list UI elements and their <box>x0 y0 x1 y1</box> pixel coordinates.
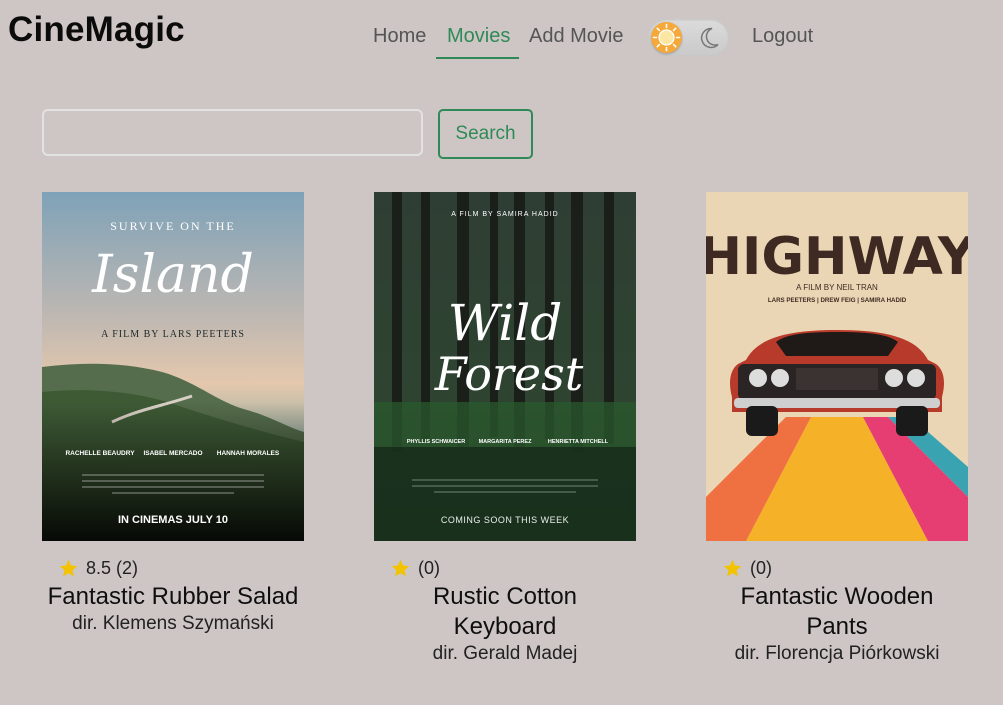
movie-director: dir. Florencja Piórkowski <box>734 643 940 664</box>
poster-cast-1: PHYLLIS SCHWAICER <box>407 439 465 445</box>
poster-cast-3: HENRIETTA MITCHELL <box>548 439 609 445</box>
poster-cast-3: HANNAH MORALES <box>217 450 280 457</box>
movie-poster[interactable]: A FILM BY SAMIRA HADID Wild Forest PHYLL… <box>374 192 636 541</box>
poster-cast: LARS PEETERS | DREW FEIG | SAMIRA HADID <box>768 297 907 304</box>
rating-value: 8.5 (2) <box>86 557 139 578</box>
poster-title-line-2: Forest <box>434 347 584 401</box>
star-icon <box>59 559 78 576</box>
movie-rating: (0) <box>390 557 440 579</box>
rating-value: (0) <box>418 557 440 578</box>
poster-cast-2: ISABEL MERCADO <box>143 450 202 457</box>
movie-title[interactable]: Rustic Cotton Keyboard dir. Gerald Madej <box>374 582 636 666</box>
poster-title: Island <box>91 245 254 305</box>
poster-cast-2: MARGARITA PEREZ <box>479 439 533 445</box>
rating-value: (0) <box>750 557 772 578</box>
movie-title[interactable]: Fantastic Rubber Salad dir. Klemens Szym… <box>42 582 304 636</box>
poster-credit: A FILM BY LARS PEETERS <box>101 329 245 340</box>
poster-title-line-1: Wild <box>448 294 563 352</box>
poster-bottom-line: COMING SOON THIS WEEK <box>441 515 569 525</box>
search-button[interactable]: Search <box>438 109 533 159</box>
movie-director: dir. Gerald Madej <box>432 643 578 664</box>
nav-home-link[interactable]: Home <box>373 25 426 48</box>
poster-bottom-line: IN CINEMAS JULY 10 <box>118 514 228 526</box>
movie-poster[interactable]: HIGHWAY A FILM BY NEIL TRAN LARS PEETERS… <box>706 192 968 541</box>
poster-title: HIGHWAY <box>706 227 968 287</box>
sun-icon <box>651 22 682 53</box>
movie-title[interactable]: Fantastic Wooden Pants dir. Florencja Pi… <box>706 582 968 666</box>
movie-poster[interactable]: SURVIVE ON THE Island A FILM BY LARS PEE… <box>42 192 304 541</box>
poster-top-line: SURVIVE ON THE <box>110 219 235 233</box>
movie-director: dir. Klemens Szymański <box>72 613 274 634</box>
poster-top-line: A FILM BY SAMIRA HADID <box>451 211 558 218</box>
poster-cast-1: RACHELLE BEAUDRY <box>65 450 135 457</box>
star-icon <box>723 559 742 576</box>
poster-credit: A FILM BY NEIL TRAN <box>796 283 878 292</box>
nav-add-movie-link[interactable]: Add Movie <box>529 25 624 48</box>
movie-rating: (0) <box>722 557 772 579</box>
search-input[interactable] <box>42 109 423 156</box>
active-nav-indicator <box>436 57 519 59</box>
top-navigation: Home Movies Add Movie Logout <box>0 0 1003 72</box>
theme-toggle[interactable] <box>648 19 729 56</box>
nav-movies-link[interactable]: Movies <box>447 25 510 48</box>
star-icon <box>391 559 410 576</box>
nav-logout-link[interactable]: Logout <box>752 25 813 48</box>
moon-icon <box>695 24 722 51</box>
movie-rating: 8.5 (2) <box>58 557 138 579</box>
